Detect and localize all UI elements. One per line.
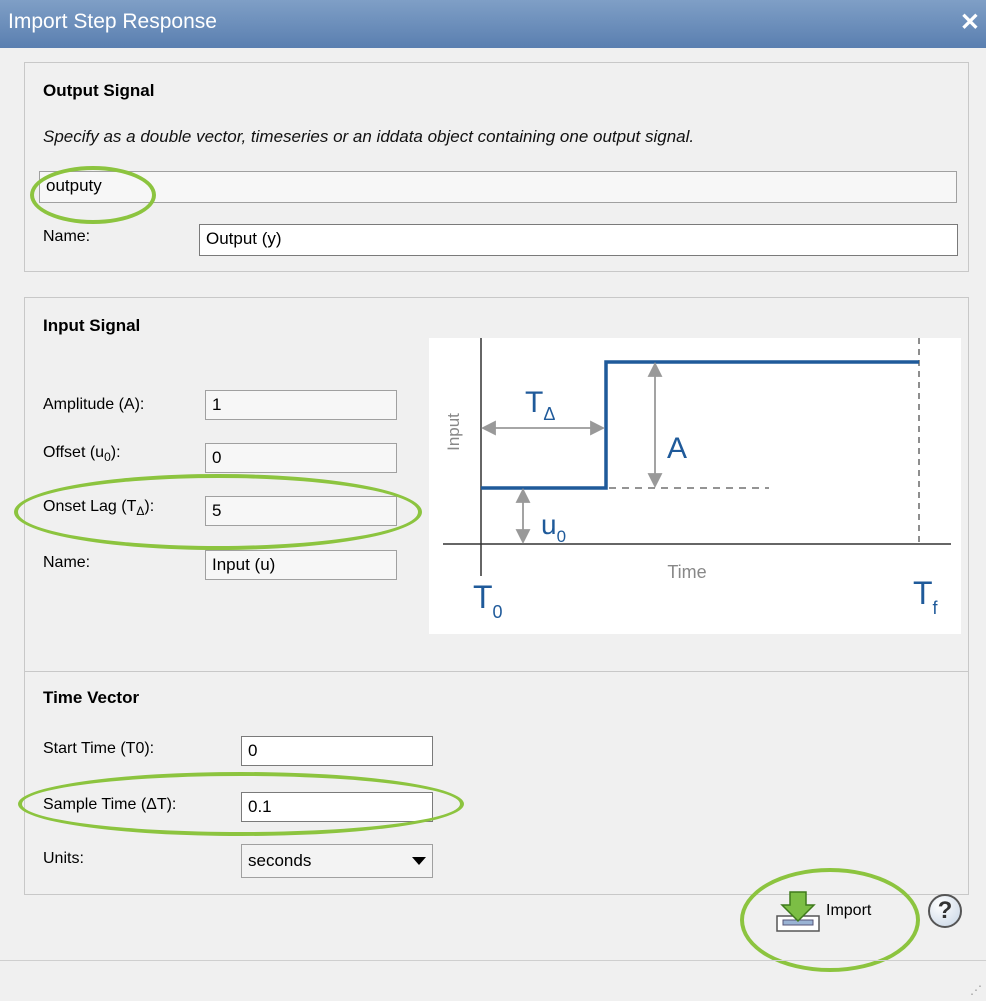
output-name-field[interactable]: Output (y) bbox=[199, 224, 958, 256]
t0-label: T0 bbox=[473, 579, 503, 622]
title-bar: Import Step Response ✕ bbox=[0, 0, 986, 48]
step-signal-line bbox=[481, 360, 919, 490]
import-download-icon bbox=[776, 891, 820, 932]
tf-label: Tf bbox=[913, 575, 939, 618]
amplitude-arrow bbox=[647, 361, 663, 489]
input-name-field[interactable]: Input (u) bbox=[205, 550, 397, 580]
units-selected-value: seconds bbox=[248, 851, 312, 870]
input-signal-panel: Input Signal Amplitude (A): 1 Offset (u0… bbox=[24, 297, 969, 689]
onset-lag-label: Onset Lag (TΔ): bbox=[43, 498, 155, 519]
u0-label: u0 bbox=[541, 509, 566, 546]
close-icon[interactable]: ✕ bbox=[960, 8, 980, 37]
x-axis-label: Time bbox=[667, 562, 706, 582]
help-icon[interactable]: ? bbox=[928, 894, 962, 928]
offset-field[interactable]: 0 bbox=[205, 443, 397, 473]
units-label: Units: bbox=[43, 850, 84, 867]
start-time-label: Start Time (T0): bbox=[43, 740, 155, 757]
output-name-label: Name: bbox=[43, 228, 91, 245]
sample-time-label: Sample Time (ΔT): bbox=[43, 796, 177, 813]
output-signal-hint: Specify as a double vector, timeseries o… bbox=[43, 127, 695, 146]
u0-arrow bbox=[515, 487, 531, 545]
sample-time-field[interactable]: 0.1 bbox=[241, 792, 433, 822]
status-divider bbox=[0, 960, 986, 961]
step-input-diagram: Input Time TΔ A u0 T0 Tf bbox=[429, 338, 961, 634]
onset-lag-field[interactable]: 5 bbox=[205, 496, 397, 526]
start-time-field[interactable]: 0 bbox=[241, 736, 433, 766]
output-signal-panel: Output Signal Specify as a double vector… bbox=[24, 62, 969, 272]
window-title: Import Step Response bbox=[8, 10, 217, 33]
input-signal-title: Input Signal bbox=[43, 316, 141, 335]
offset-label: Offset (u0): bbox=[43, 444, 121, 465]
y-axis-label: Input bbox=[444, 413, 463, 451]
time-vector-title: Time Vector bbox=[43, 688, 140, 707]
amplitude-field[interactable]: 1 bbox=[205, 390, 397, 420]
input-name-label: Name: bbox=[43, 554, 91, 571]
amplitude-diagram-label: A bbox=[667, 432, 687, 465]
chevron-down-icon bbox=[412, 857, 426, 865]
amplitude-label: Amplitude (A): bbox=[43, 396, 145, 413]
time-vector-panel: Time Vector Start Time (T0): 0 Sample Ti… bbox=[24, 671, 969, 895]
import-label: Import bbox=[826, 902, 872, 919]
output-signal-title: Output Signal bbox=[43, 81, 155, 100]
units-dropdown[interactable]: seconds bbox=[241, 844, 433, 878]
resize-grip-icon[interactable]: ⋰ bbox=[970, 983, 982, 997]
t-delta-label: TΔ bbox=[525, 386, 555, 424]
import-button[interactable]: Import bbox=[766, 882, 906, 944]
dialog-body: Output Signal Specify as a double vector… bbox=[0, 48, 986, 1001]
step-diagram-svg: Input Time TΔ A u0 T0 Tf bbox=[443, 338, 951, 622]
output-signal-field[interactable]: outputy bbox=[39, 171, 957, 203]
